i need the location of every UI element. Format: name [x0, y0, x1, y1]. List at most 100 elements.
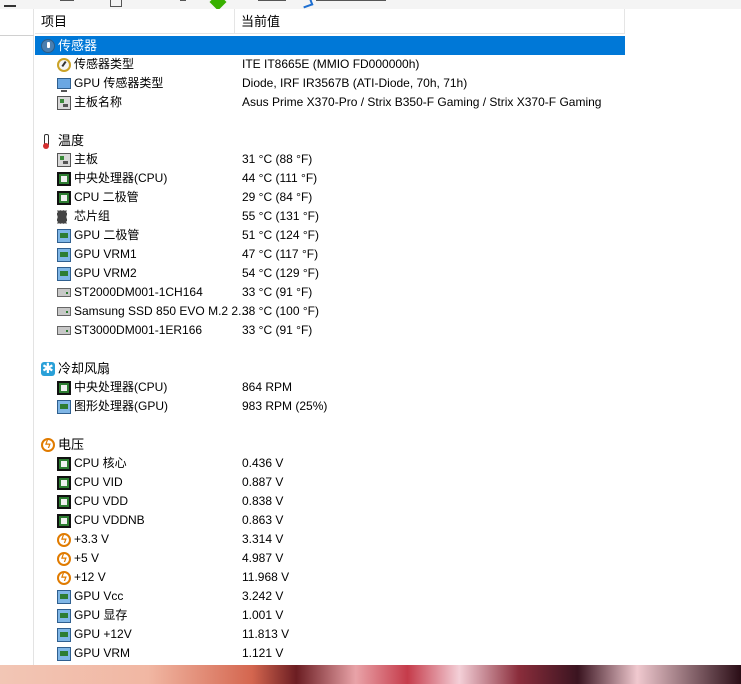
item-name: 电压 — [58, 437, 85, 452]
update-icon[interactable] — [209, 0, 227, 9]
item-value: 33 °C (91 °F) — [242, 285, 313, 299]
gpu-icon — [57, 590, 71, 604]
item-value: 0.887 V — [242, 475, 284, 489]
voltage-icon — [57, 551, 71, 567]
item-name: 中央处理器(CPU) — [74, 171, 168, 185]
item-value: Asus Prime X370-Pro / Strix B350-F Gamin… — [242, 95, 602, 109]
item-value: 11.968 V — [242, 570, 290, 584]
item-value: 1.121 V — [242, 646, 284, 660]
item-name: GPU +12V — [74, 627, 132, 641]
cpu-chip-icon — [57, 172, 71, 186]
item-name: ST2000DM001-1CH164 — [74, 285, 203, 299]
toolbar-divider — [316, 0, 386, 1]
disk-icon — [57, 326, 71, 335]
item-value: 29 °C (84 °F) — [242, 190, 313, 204]
item-name: +3.3 V — [74, 532, 110, 546]
cpu-chip-icon — [57, 381, 71, 395]
item-name: CPU VID — [74, 475, 123, 489]
item-name: GPU Vcc — [74, 589, 124, 603]
item-value: 38 °C (100 °F) — [242, 304, 319, 318]
toolbar-divider — [180, 0, 186, 1]
item-name: CPU 二极管 — [74, 190, 139, 204]
toolbar — [0, 0, 741, 9]
item-name: GPU VRM1 — [74, 247, 137, 261]
gpu-icon — [57, 267, 71, 281]
category-row[interactable]: 传感器 — [35, 36, 625, 55]
item-value: 31 °C (88 °F) — [242, 152, 313, 166]
item-name: 传感器类型 — [74, 57, 135, 71]
column-header-item[interactable]: 项目 — [35, 9, 235, 34]
item-value: 51 °C (124 °F) — [242, 228, 319, 242]
item-value: 0.436 V — [242, 456, 284, 470]
fan-icon — [41, 359, 55, 377]
item-name: GPU 传感器类型 — [74, 76, 164, 90]
left-pane-divider — [0, 35, 34, 36]
item-name: CPU VDD — [74, 494, 129, 508]
chipset-icon — [57, 210, 67, 224]
thermometer-icon — [41, 134, 51, 149]
gauge-icon — [57, 58, 71, 72]
list-header: 项目 当前值 — [35, 9, 625, 34]
cpu-chip-icon — [57, 191, 71, 205]
item-name: GPU VRM2 — [74, 266, 137, 280]
item-name: Samsung SSD 850 EVO M.2 2... — [74, 304, 249, 318]
voltage-icon — [41, 437, 55, 453]
desktop-background — [0, 665, 741, 684]
disk-icon — [57, 307, 71, 316]
item-value: 3.242 V — [242, 589, 284, 603]
item-value: 47 °C (117 °F) — [242, 247, 319, 261]
item-value: 0.863 V — [242, 513, 284, 527]
monitor-icon — [57, 78, 71, 92]
disk-icon — [57, 288, 71, 297]
gpu-icon — [57, 628, 71, 642]
cpu-chip-icon — [57, 495, 71, 509]
item-value: ITE IT8665E (MMIO FD000000h) — [242, 57, 420, 71]
gpu-icon — [57, 609, 71, 623]
sensor-list-view[interactable]: 项目 当前值 传感器传感器类型 ITE IT8665E (MMIO FD00000… — [35, 9, 741, 665]
gpu-icon — [57, 248, 71, 262]
item-value: 1.001 V — [242, 608, 284, 622]
item-name: 冷却风扇 — [58, 361, 111, 376]
cpu-chip-icon — [57, 457, 71, 471]
item-name: GPU VRM — [74, 646, 131, 660]
toolbar-menu-icon[interactable] — [4, 0, 16, 7]
motherboard-icon — [57, 96, 71, 110]
item-value: 33 °C (91 °F) — [242, 323, 313, 337]
motherboard-icon — [57, 153, 71, 167]
item-name: +5 V — [74, 551, 100, 565]
item-name: 传感器 — [58, 38, 98, 53]
item-name: GPU 二极管 — [74, 228, 140, 242]
item-name: ST3000DM001-1ER166 — [74, 323, 203, 337]
item-name: 图形处理器(GPU) — [74, 399, 168, 413]
item-name: CPU VDDNB — [74, 513, 145, 527]
report-icon[interactable] — [110, 0, 122, 7]
item-value: 864 RPM — [242, 380, 293, 394]
item-name: 温度 — [58, 133, 85, 148]
cpu-chip-icon — [57, 514, 71, 528]
item-value: 55 °C (131 °F) — [242, 209, 319, 223]
gpu-icon — [57, 229, 71, 243]
item-value: 983 RPM (25%) — [242, 399, 328, 413]
item-value: 11.813 V — [242, 627, 290, 641]
item-value: Diode, IRF IR3567B (ATI-Diode, 70h, 71h) — [242, 76, 468, 90]
voltage-icon — [57, 570, 71, 586]
item-name: +12 V — [74, 570, 106, 584]
item-name: 芯片组 — [74, 209, 111, 223]
column-header-value[interactable]: 当前值 — [235, 9, 625, 34]
item-value: 0.838 V — [242, 494, 284, 508]
search-icon[interactable] — [300, 0, 314, 9]
item-value: 3.314 V — [242, 532, 284, 546]
toolbar-divider — [258, 0, 286, 1]
item-name: 主板 — [74, 152, 99, 166]
toolbar-divider — [60, 0, 74, 1]
item-name: GPU 显存 — [74, 608, 128, 622]
voltage-icon — [57, 532, 71, 548]
item-value: 44 °C (111 °F) — [242, 171, 318, 185]
item-name: CPU 核心 — [74, 456, 127, 470]
cpu-chip-icon — [57, 476, 71, 490]
item-name: 主板名称 — [74, 95, 123, 109]
left-pane — [0, 9, 34, 665]
item-name: 中央处理器(CPU) — [74, 380, 168, 394]
item-value: 54 °C (129 °F) — [242, 266, 319, 280]
sensor-icon — [41, 39, 55, 53]
